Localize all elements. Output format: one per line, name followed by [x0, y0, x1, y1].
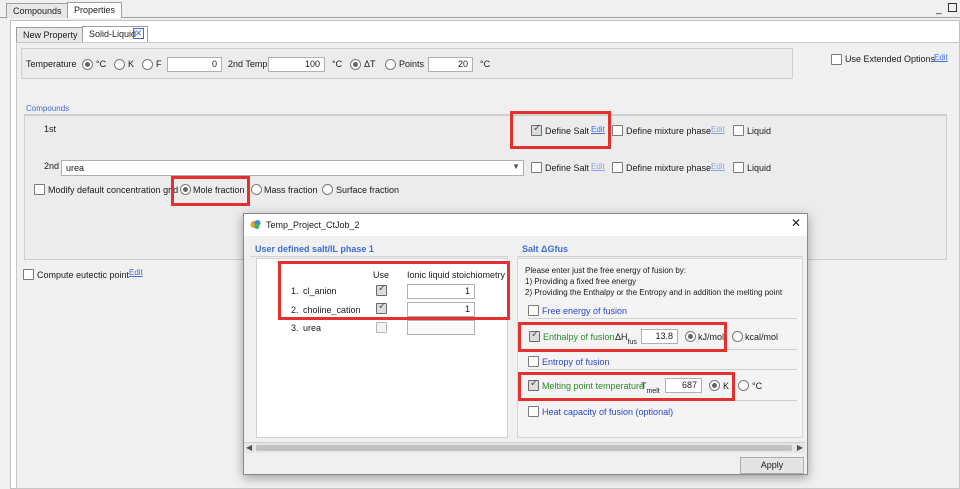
second-define-salt-label: Define Salt — [545, 163, 590, 173]
maximize-icon[interactable] — [948, 3, 957, 12]
highlight-mole-fraction — [171, 176, 250, 206]
row-3-use-checkbox[interactable] — [376, 322, 387, 333]
second-define-salt-checkbox[interactable] — [531, 162, 542, 173]
modify-grid-label: Modify default concentration grid — [48, 185, 179, 195]
instruction-line-2: 1) Providing a fixed free energy — [525, 277, 637, 286]
tab-properties[interactable]: Properties — [67, 2, 123, 18]
delta-t-radio[interactable] — [350, 59, 361, 70]
dialog-title: Temp_Project_CtJob_2 — [266, 220, 360, 230]
second-liquid-checkbox[interactable] — [733, 162, 744, 173]
points-input[interactable]: 20 — [428, 57, 473, 72]
left-heading-divider — [250, 256, 508, 257]
tab-compounds[interactable]: Compounds — [6, 3, 69, 18]
second-liquid-label: Liquid — [747, 163, 772, 173]
free-energy-divider — [528, 318, 797, 319]
app-logo-icon — [250, 219, 262, 230]
celsius-label: °C — [752, 381, 763, 391]
instruction-line-3: 2) Providing the Enthalpy or the Entropy… — [525, 288, 783, 297]
right-panel-heading: Salt ΔGfus — [522, 244, 568, 254]
highlight-melting-point — [518, 372, 735, 401]
unit-c-radio[interactable] — [82, 59, 93, 70]
compute-eutectic-checkbox[interactable] — [23, 269, 34, 280]
compounds-heading: Compounds — [26, 104, 70, 113]
highlight-define-salt — [510, 111, 611, 149]
surface-fraction-radio[interactable] — [322, 184, 333, 195]
scroll-right-icon[interactable]: ▶ — [797, 443, 803, 452]
second-define-mixture-checkbox[interactable] — [612, 162, 623, 173]
entropy-divider — [528, 369, 797, 370]
highlight-salt-table — [278, 261, 510, 320]
highlight-enthalpy — [518, 322, 727, 352]
unit-k-radio[interactable] — [114, 59, 125, 70]
second-define-mixture-label: Define mixture phase — [626, 163, 712, 173]
free-energy-checkbox[interactable] — [528, 305, 539, 316]
second-compound-value: urea — [66, 163, 85, 173]
first-mixture-edit-link[interactable]: Edit — [711, 124, 725, 135]
row-3-name: urea — [303, 323, 322, 333]
instruction-line-1: Please enter just the free energy of fus… — [525, 266, 686, 275]
second-mixture-edit-link[interactable]: Edit — [711, 161, 725, 172]
apply-button[interactable]: Apply — [740, 457, 804, 474]
first-define-mixture-checkbox[interactable] — [612, 125, 623, 136]
left-panel-heading: User defined salt/IL phase 1 — [255, 244, 374, 254]
second-define-salt-edit-link[interactable]: Edit — [591, 161, 605, 172]
unit-f-radio[interactable] — [142, 59, 153, 70]
dialog-close-icon[interactable]: ✕ — [791, 217, 801, 229]
heat-capacity-label: Heat capacity of fusion (optional) — [542, 407, 674, 417]
first-liquid-label: Liquid — [747, 126, 772, 136]
dialog-horizontal-scrollbar[interactable]: ◀ ▶ — [244, 442, 805, 453]
apply-button-label: Apply — [760, 460, 784, 470]
right-heading-divider — [517, 256, 803, 257]
entropy-checkbox[interactable] — [528, 356, 539, 367]
celsius-radio[interactable] — [738, 380, 749, 391]
unit-c-label: °C — [96, 59, 107, 69]
first-compound-label: 1st — [44, 124, 57, 134]
modify-grid-checkbox[interactable] — [34, 184, 45, 195]
scroll-left-icon[interactable]: ◀ — [246, 443, 252, 452]
step-unit-label: °C — [480, 59, 491, 69]
temperature-label: Temperature — [26, 59, 77, 69]
scrollbar-thumb[interactable] — [256, 445, 792, 451]
mass-fraction-label: Mass fraction — [264, 185, 318, 195]
use-extended-options-label: Use Extended Options — [845, 54, 936, 64]
delta-t-label: ΔT — [364, 59, 376, 69]
kcal-mol-radio[interactable] — [732, 331, 743, 342]
solid-liquid-label: Solid-Liquid — [89, 29, 137, 39]
heat-capacity-checkbox[interactable] — [528, 406, 539, 417]
points-label: Points — [399, 59, 425, 69]
unit-f-label: F — [156, 59, 162, 69]
use-extended-options-checkbox[interactable] — [831, 54, 842, 65]
unit-k-label: K — [128, 59, 135, 69]
kcal-mol-label: kcal/mol — [745, 332, 779, 342]
row-3-num: 3. — [291, 323, 299, 333]
second-temp-unit: °C — [332, 59, 343, 69]
row-3-stoich-input[interactable] — [407, 320, 475, 335]
chevron-down-icon: ▼ — [512, 162, 520, 171]
top-tab-bar — [0, 0, 960, 18]
extended-edit-link[interactable]: Edit — [934, 52, 948, 63]
compute-eutectic-label: Compute eutectic point — [37, 270, 130, 280]
minimize-icon[interactable]: _ — [936, 4, 942, 15]
close-tab-icon[interactable]: ✕ — [133, 28, 144, 39]
mass-fraction-radio[interactable] — [251, 184, 262, 195]
surface-fraction-label: Surface fraction — [336, 185, 400, 195]
points-radio[interactable] — [385, 59, 396, 70]
entropy-label: Entropy of fusion — [542, 357, 610, 367]
eutectic-edit-link[interactable]: Edit — [129, 267, 143, 278]
second-compound-select[interactable]: urea ▼ — [61, 160, 524, 176]
second-temp-label: 2nd Temp — [228, 59, 268, 69]
second-temp-input[interactable]: 100 — [268, 57, 325, 72]
tab-new-property[interactable]: New Property — [16, 27, 85, 42]
temperature-input[interactable]: 0 — [167, 57, 222, 72]
second-compound-label: 2nd — [44, 161, 60, 171]
first-define-mixture-label: Define mixture phase — [626, 126, 712, 136]
first-liquid-checkbox[interactable] — [733, 125, 744, 136]
free-energy-label: Free energy of fusion — [542, 306, 628, 316]
